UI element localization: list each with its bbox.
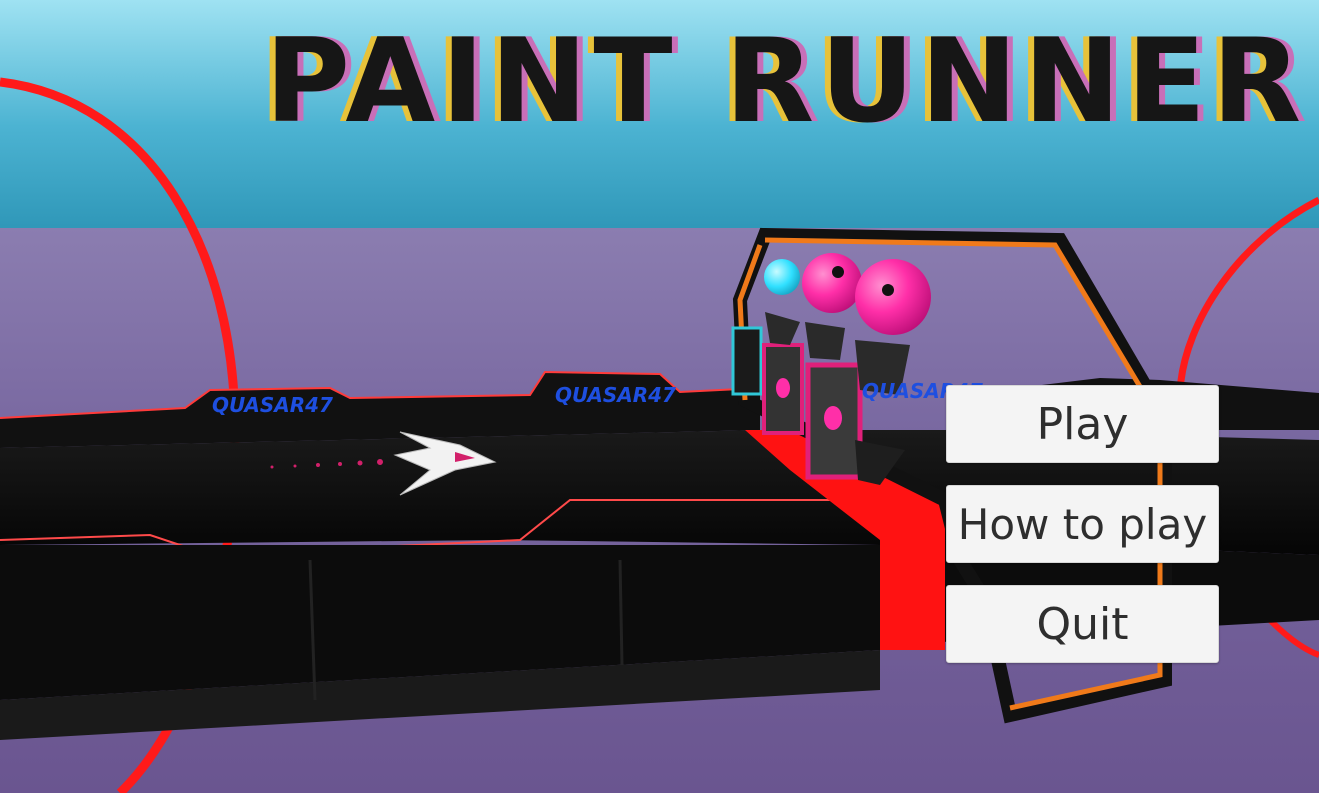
sign-text: QUASAR47: [212, 393, 333, 417]
panel-pink-2-core: [824, 406, 842, 430]
how-to-play-button[interactable]: How to play: [946, 485, 1219, 563]
pink-orb-2: [855, 259, 931, 335]
track-seam-2: [618, 559, 624, 666]
panel-pink-1-core: [776, 378, 790, 398]
mount-2: [805, 322, 845, 360]
pink-orb-1: [802, 253, 862, 313]
quit-button[interactable]: Quit: [946, 585, 1219, 663]
panel-cyan: [731, 326, 763, 396]
title-text: PAINT RUNNER: [265, 14, 1308, 149]
how-to-play-button-label: How to play: [957, 499, 1208, 549]
pink-orb-1-eye: [832, 266, 844, 278]
cyan-orb: [764, 259, 800, 295]
play-button[interactable]: Play: [946, 385, 1219, 463]
game-title: PAINT RUNNER PAINT RUNNER PAINT RUNNER: [259, 24, 1307, 140]
pink-orb-2-eye: [882, 284, 894, 296]
quit-button-label: Quit: [1036, 598, 1129, 650]
play-button-label: Play: [1036, 398, 1129, 450]
sign-text: QUASAR47: [555, 383, 676, 407]
